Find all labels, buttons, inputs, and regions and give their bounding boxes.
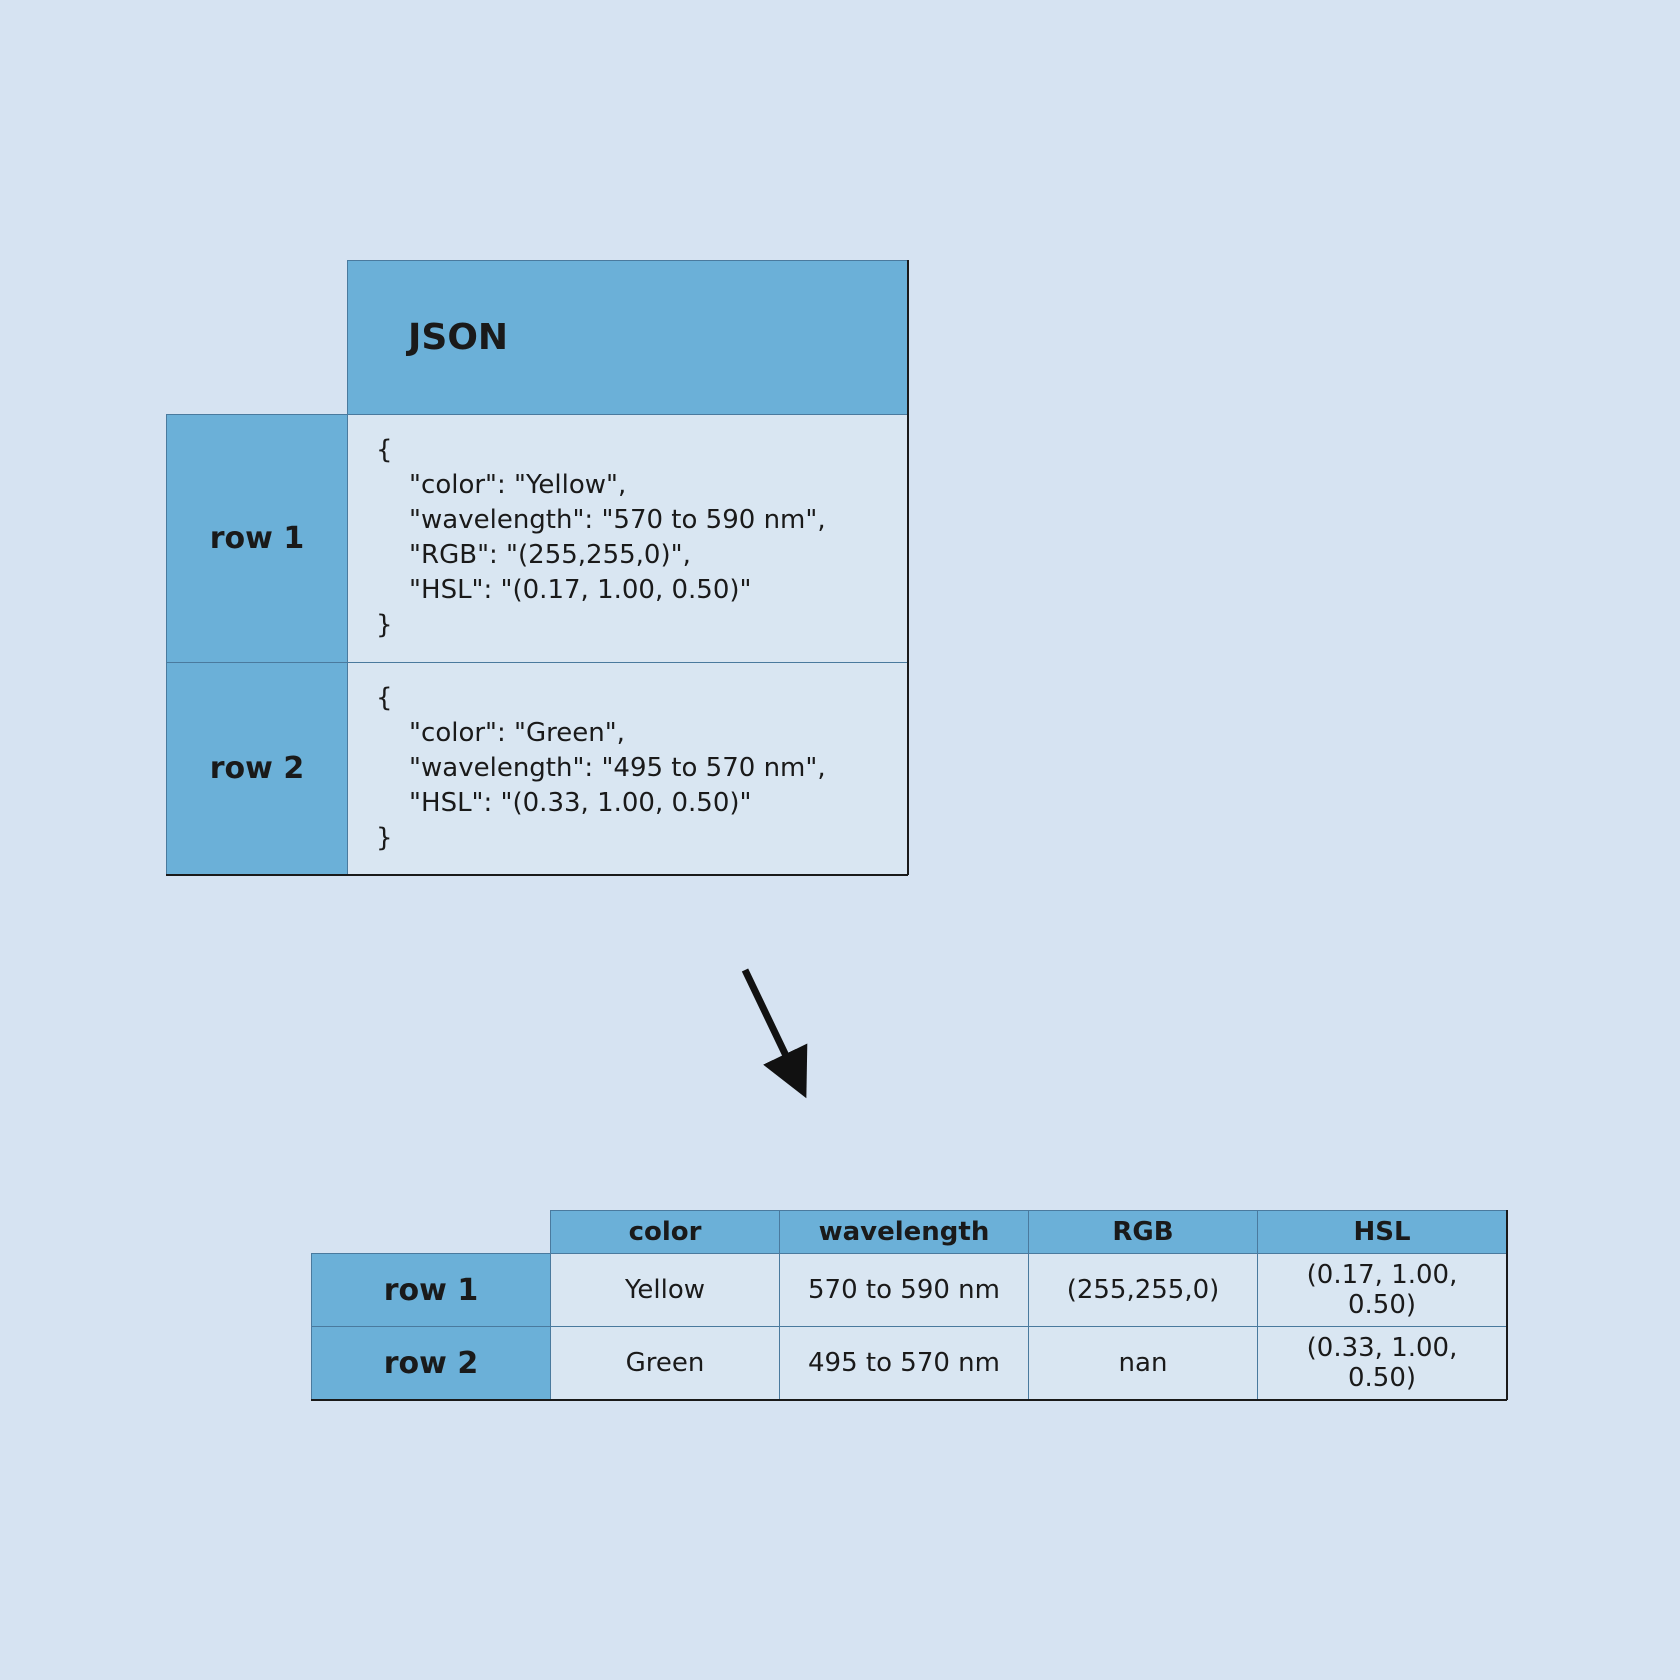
out-col-header: RGB xyxy=(1029,1211,1258,1254)
out-cell: Yellow xyxy=(551,1254,780,1327)
json-cell: { "color": "Yellow", "wavelength": "570 … xyxy=(348,415,908,663)
json-source-table: JSON row 1 { "color": "Yellow", "wavelen… xyxy=(166,260,908,875)
arrow-down-icon xyxy=(730,960,820,1100)
json-column-header: JSON xyxy=(348,261,908,415)
json-cell: { "color": "Green", "wavelength": "495 t… xyxy=(348,662,908,874)
out-cell: Green xyxy=(551,1327,780,1400)
out-table-row: row 1 Yellow 570 to 590 nm (255,255,0) (… xyxy=(312,1254,1507,1327)
out-cell: 570 to 590 nm xyxy=(780,1254,1029,1327)
json-table-corner-blank xyxy=(167,261,348,415)
out-col-header: wavelength xyxy=(780,1211,1029,1254)
out-cell: (0.17, 1.00, 0.50) xyxy=(1258,1254,1507,1327)
json-table-row: row 1 { "color": "Yellow", "wavelength":… xyxy=(167,415,908,663)
out-row-label: row 2 xyxy=(312,1327,551,1400)
json-row-label: row 2 xyxy=(167,662,348,874)
out-table-row: row 2 Green 495 to 570 nm nan (0.33, 1.0… xyxy=(312,1327,1507,1400)
out-cell: 495 to 570 nm xyxy=(780,1327,1029,1400)
output-dataframe-table: color wavelength RGB HSL row 1 Yellow 57… xyxy=(311,1210,1507,1400)
out-cell: (0.33, 1.00, 0.50) xyxy=(1258,1327,1507,1400)
out-table-corner-blank xyxy=(312,1211,551,1254)
json-row-label: row 1 xyxy=(167,415,348,663)
diagram-stage: JSON row 1 { "color": "Yellow", "wavelen… xyxy=(0,0,1680,1680)
out-row-label: row 1 xyxy=(312,1254,551,1327)
out-cell: (255,255,0) xyxy=(1029,1254,1258,1327)
out-col-header: HSL xyxy=(1258,1211,1507,1254)
out-col-header: color xyxy=(551,1211,780,1254)
json-table-row: row 2 { "color": "Green", "wavelength": … xyxy=(167,662,908,874)
out-cell: nan xyxy=(1029,1327,1258,1400)
